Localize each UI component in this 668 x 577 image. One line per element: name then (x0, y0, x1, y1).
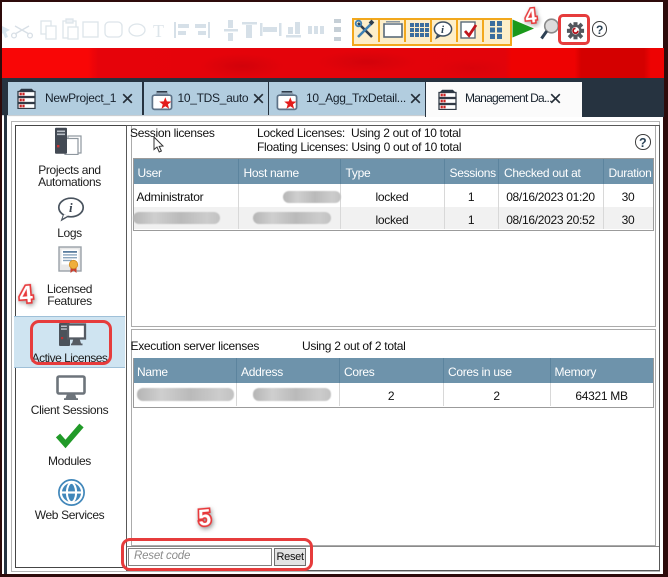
svg-text:4: 4 (524, 5, 538, 28)
svg-text:5: 5 (197, 503, 212, 530)
svg-text:T: T (153, 21, 164, 41)
svg-text:4: 4 (18, 281, 34, 309)
svg-text:i: i (69, 200, 73, 215)
